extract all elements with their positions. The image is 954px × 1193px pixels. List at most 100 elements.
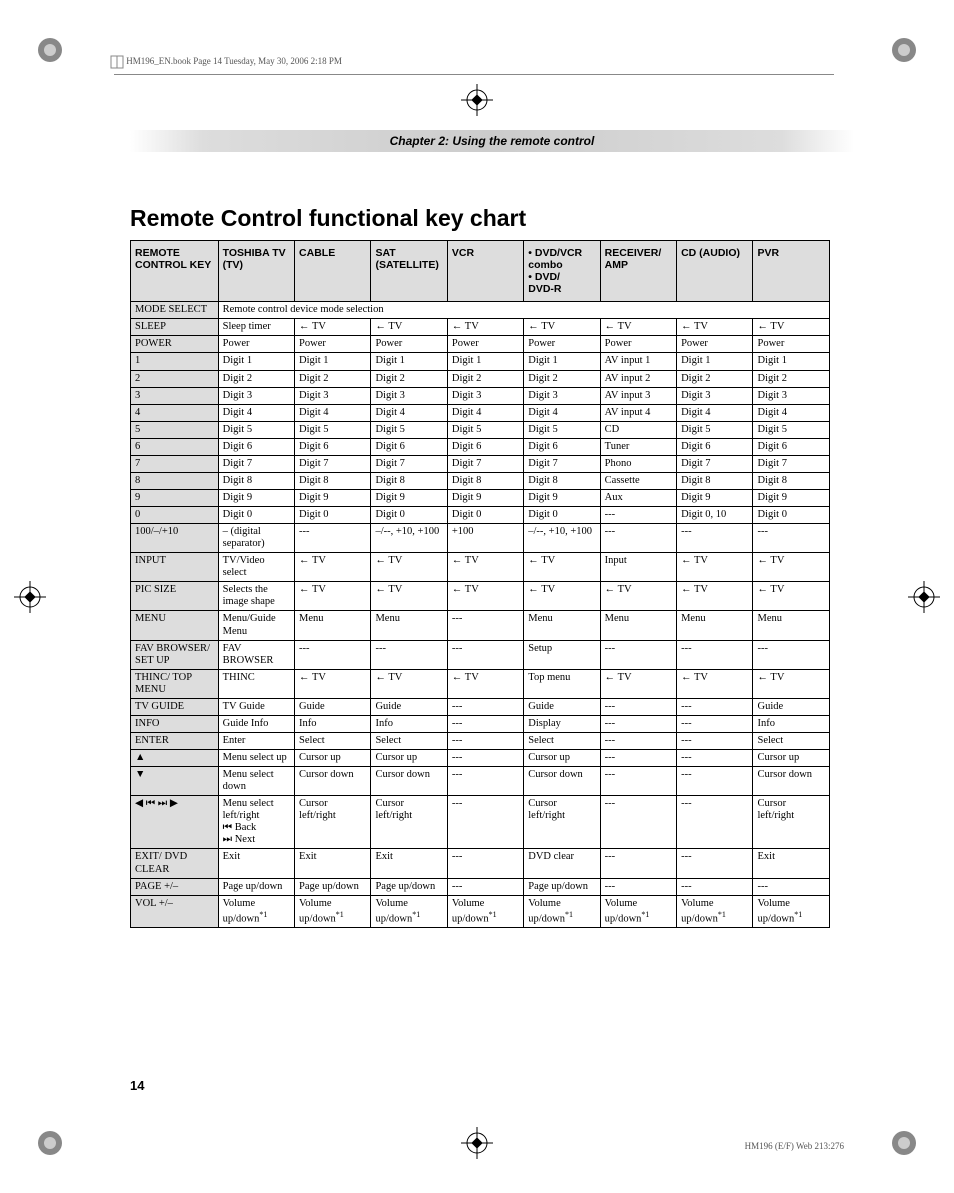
- cell: Digit 7: [524, 455, 600, 472]
- cell: Power: [600, 336, 676, 353]
- cell: Volume up/down*1: [600, 895, 676, 928]
- cell: Menu select down: [218, 767, 294, 796]
- cell: Digit 2: [447, 370, 523, 387]
- cell: Cursor down: [295, 767, 371, 796]
- cell: ---: [677, 767, 753, 796]
- key-chart-table: Remote Control Key Toshiba TV (TV) Cable…: [130, 240, 830, 928]
- key-label: VOL +/–: [131, 895, 219, 928]
- cell: CD: [600, 421, 676, 438]
- cell: Menu/Guide Menu: [218, 611, 294, 640]
- cell: Digit 4: [677, 404, 753, 421]
- cell: Cursor left/right: [524, 796, 600, 849]
- cell: Digit 9: [371, 489, 447, 506]
- cell: ---: [600, 849, 676, 878]
- cell: Digit 5: [753, 421, 830, 438]
- cell: Digit 5: [447, 421, 523, 438]
- table-header-row: Remote Control Key Toshiba TV (TV) Cable…: [131, 241, 830, 302]
- cell: ---: [447, 767, 523, 796]
- cell: Digit 2: [677, 370, 753, 387]
- cell: Digit 1: [524, 353, 600, 370]
- cell: Power: [677, 336, 753, 353]
- cell: Digit 7: [218, 455, 294, 472]
- table-row: 9Digit 9Digit 9Digit 9Digit 9Digit 9AuxD…: [131, 489, 830, 506]
- cell: Volume up/down*1: [753, 895, 830, 928]
- cell: ← TV: [677, 553, 753, 582]
- key-label: TV GUIDE: [131, 698, 219, 715]
- cell: Digit 3: [753, 387, 830, 404]
- cell: ---: [600, 750, 676, 767]
- cell: +100: [447, 524, 523, 553]
- key-label: INFO: [131, 715, 219, 732]
- cell: Digit 0: [753, 507, 830, 524]
- cell: ← TV: [753, 553, 830, 582]
- th-cd: CD (Audio): [677, 241, 753, 302]
- table-row: MENUMenu/Guide MenuMenuMenu---MenuMenuMe…: [131, 611, 830, 640]
- cell: Digit 2: [524, 370, 600, 387]
- key-label: INPUT: [131, 553, 219, 582]
- page-number: 14: [130, 1078, 144, 1093]
- table-row: 5Digit 5Digit 5Digit 5Digit 5Digit 5CDDi…: [131, 421, 830, 438]
- cell: Exit: [218, 849, 294, 878]
- cell: ---: [600, 767, 676, 796]
- cell: Digit 2: [753, 370, 830, 387]
- cell: Sleep timer: [218, 319, 294, 336]
- cell: Digit 5: [677, 421, 753, 438]
- cell: ← TV: [524, 319, 600, 336]
- cell: Digit 2: [218, 370, 294, 387]
- cell: Cassette: [600, 472, 676, 489]
- cell: AV input 2: [600, 370, 676, 387]
- table-row: THINC/ TOP MENUTHINC← TV← TV← TVTop menu…: [131, 669, 830, 698]
- cell: Digit 0: [371, 507, 447, 524]
- cell: Guide: [524, 698, 600, 715]
- cell: ← TV: [295, 669, 371, 698]
- key-label: 9: [131, 489, 219, 506]
- cell: ---: [677, 878, 753, 895]
- cell: ← TV: [295, 582, 371, 611]
- key-label: ▼: [131, 767, 219, 796]
- cell: Digit 4: [218, 404, 294, 421]
- table-row: 100/–/+10– (digital separator)---–/--, +…: [131, 524, 830, 553]
- cell: ---: [447, 878, 523, 895]
- cell: ← TV: [371, 582, 447, 611]
- cell: Guide: [371, 698, 447, 715]
- cell: Digit 9: [677, 489, 753, 506]
- cell: ---: [600, 640, 676, 669]
- cell: AV input 3: [600, 387, 676, 404]
- key-label: 100/–/+10: [131, 524, 219, 553]
- cell: Volume up/down*1: [447, 895, 523, 928]
- cell: Cursor up: [753, 750, 830, 767]
- crop-mark-br: [884, 1123, 924, 1163]
- cell: ← TV: [753, 669, 830, 698]
- cell: ---: [753, 878, 830, 895]
- cell: Select: [753, 732, 830, 749]
- cell: Digit 5: [524, 421, 600, 438]
- cell: Digit 4: [295, 404, 371, 421]
- table-row: 4Digit 4Digit 4Digit 4Digit 4Digit 4AV i…: [131, 404, 830, 421]
- cell: Digit 5: [295, 421, 371, 438]
- th-dvd: • DVD/VCR combo • DVD/ DVD-R: [524, 241, 600, 302]
- table-row: VOL +/– Volume up/down*1 Volume up/down*1 V…: [131, 895, 830, 928]
- table-row: SLEEPSleep timer← TV← TV← TV← TV← TV← TV…: [131, 319, 830, 336]
- cell: ---: [600, 732, 676, 749]
- crop-mark-left: [10, 577, 50, 617]
- cell: Digit 9: [447, 489, 523, 506]
- cell: ← TV: [295, 553, 371, 582]
- cell: Display: [524, 715, 600, 732]
- cell: Menu: [524, 611, 600, 640]
- cell: ---: [600, 524, 676, 553]
- cell: Cursor up: [371, 750, 447, 767]
- cell: Digit 8: [753, 472, 830, 489]
- cell: Exit: [371, 849, 447, 878]
- key-label: 6: [131, 438, 219, 455]
- crop-mark-tl: [30, 30, 70, 70]
- cell: Digit 7: [447, 455, 523, 472]
- cell: ---: [677, 524, 753, 553]
- cell: Cursor up: [524, 750, 600, 767]
- cell: Power: [371, 336, 447, 353]
- cell: Select: [371, 732, 447, 749]
- cell: Digit 8: [524, 472, 600, 489]
- cell: –/--, +10, +100: [371, 524, 447, 553]
- cell: Tuner: [600, 438, 676, 455]
- cell: ← TV: [600, 319, 676, 336]
- cell: Digit 5: [218, 421, 294, 438]
